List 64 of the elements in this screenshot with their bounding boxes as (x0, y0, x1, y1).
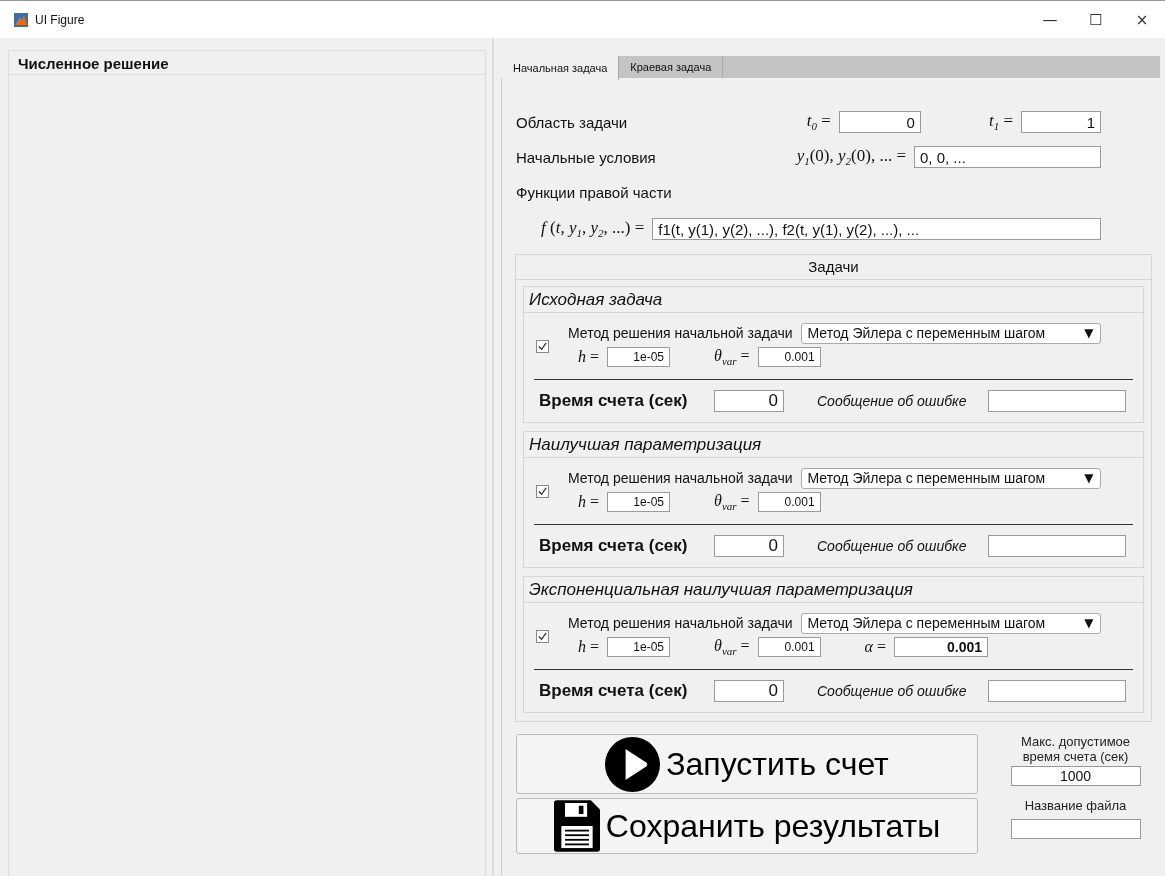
play-icon (605, 736, 661, 792)
input-field[interactable] (988, 535, 1126, 557)
input-field[interactable] (988, 390, 1126, 412)
error-label: Сообщение об ошибке (817, 538, 968, 554)
input-field[interactable]: 0 (714, 680, 784, 702)
panel-title: Численное решение (9, 51, 485, 75)
input-field[interactable]: 1 (1021, 111, 1101, 133)
task-title: Экспоненциальная наилучшая параметризация (524, 577, 1143, 603)
time-label: Время счета (сек) (539, 391, 689, 411)
math-label: α = (864, 638, 887, 656)
math-label: h = (578, 348, 600, 366)
window-title: UI Figure (35, 12, 85, 27)
error-label: Сообщение об ошибке (817, 683, 968, 699)
task-title: Исходная задача (524, 287, 1143, 313)
app-icon (14, 12, 28, 27)
close-button[interactable]: × (1119, 1, 1165, 38)
task-title: Наилучшая параметризация (524, 432, 1143, 458)
input-field[interactable] (1010, 819, 1141, 839)
method-dropdown[interactable]: Метод Эйлера с переменным шагом ▼ (800, 612, 1101, 634)
math-label: t$_{1}$ = (988, 111, 1013, 133)
time-label: Время счета (сек) (539, 536, 689, 556)
field-label: Функции правой части (516, 183, 673, 201)
minimize-button[interactable]: — (1027, 1, 1073, 38)
math-label: y$_{1}$(0), y$_{2}$(0), ... = (796, 146, 906, 168)
input-field[interactable]: 1000 (1010, 766, 1141, 786)
input-field[interactable]: 1e-05 (607, 637, 671, 657)
method-label: Метод решения начальной задачи (568, 615, 793, 631)
method-label: Метод решения начальной задачи (568, 470, 793, 486)
input-field[interactable]: 0.001 (757, 492, 821, 512)
input-field[interactable]: 0, 0, ... (914, 146, 1101, 168)
math-label: θ$_{var}$ = (714, 636, 750, 658)
math-label: f (t, y$_{1}$, y$_{2}$, ...) = (541, 218, 645, 240)
input-field[interactable]: 0.001 (894, 637, 989, 657)
method-dropdown[interactable]: Метод Эйлера с переменным шагом ▼ (800, 322, 1101, 344)
input-field[interactable]: f1(t, y(1), y(2), ...), f2(t, y(1), y(2), ...), ... (652, 218, 1101, 240)
panel-title: Задачи (516, 255, 1151, 280)
method-label: Метод решения начальной задачи (568, 325, 793, 341)
save-button[interactable]: Сохранить результаты (516, 798, 978, 854)
run-button[interactable]: Запустить счет (516, 734, 978, 794)
input-field[interactable]: 0.001 (757, 637, 821, 657)
tab[interactable]: Начальная задача (502, 56, 620, 80)
checkbox[interactable] (536, 484, 549, 498)
input-field[interactable]: 1e-05 (607, 347, 671, 367)
checkbox[interactable] (536, 339, 549, 353)
math-label: θ$_{var}$ = (714, 346, 750, 368)
field-label: Область задачи (516, 113, 629, 131)
input-field[interactable] (988, 680, 1126, 702)
input-field[interactable]: 0 (714, 535, 784, 557)
method-dropdown[interactable]: Метод Эйлера с переменным шагом ▼ (800, 467, 1101, 489)
field-label: Название файла (1023, 798, 1128, 813)
input-field[interactable]: 0 (714, 390, 784, 412)
field-label: Начальные условия (516, 148, 657, 166)
input-field[interactable]: 0.001 (757, 347, 821, 367)
math-label: h = (578, 638, 600, 656)
math-label: θ$_{var}$ = (714, 491, 750, 513)
math-label: h = (578, 493, 600, 511)
math-label: t$_{0}$ = (806, 111, 831, 133)
error-label: Сообщение об ошибке (817, 393, 968, 409)
checkbox[interactable] (536, 629, 549, 643)
input-field[interactable]: 1e-05 (607, 492, 671, 512)
field-label: Макс. допустимое время счета (сек) (1019, 734, 1132, 764)
maximize-button[interactable]: ☐ (1073, 1, 1119, 38)
input-field[interactable]: 0 (838, 111, 921, 133)
time-label: Время счета (сек) (539, 681, 689, 701)
